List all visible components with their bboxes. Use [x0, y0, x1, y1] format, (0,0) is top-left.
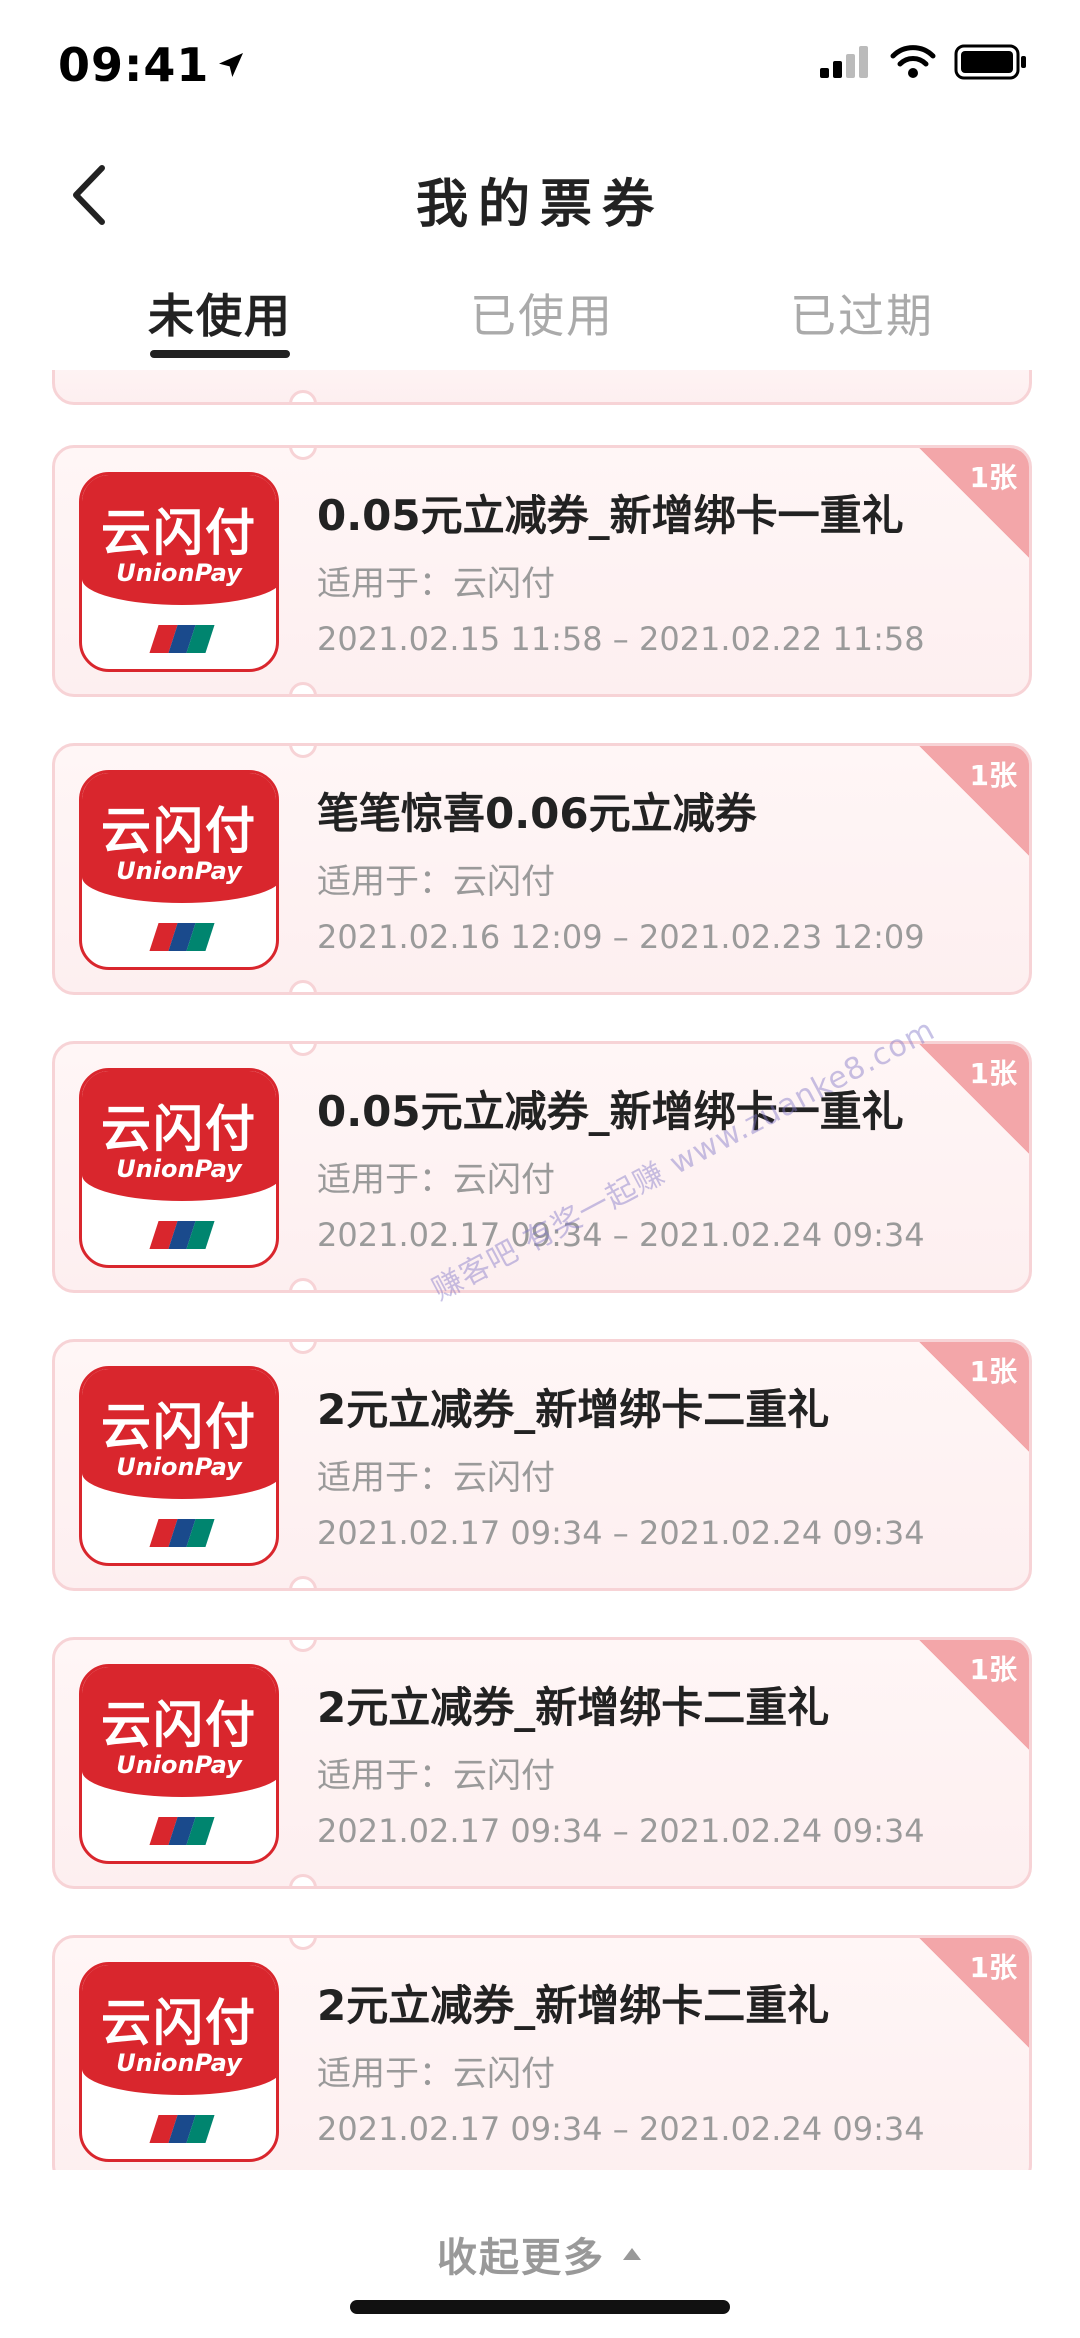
status-time: 09:41 [58, 38, 247, 92]
unionpay-logo: 云闪付 UnionPay [79, 1366, 279, 1566]
coupon-validity-dates: 2021.02.15 11:58 – 2021.02.22 11:58 [317, 620, 925, 658]
battery-icon [954, 44, 1026, 80]
unionpay-flag-icon [149, 1817, 215, 1845]
card-notch [289, 1640, 317, 1652]
coupon-applies-to: 适用于：云闪付 [317, 1756, 555, 1796]
card-notch [289, 1342, 317, 1354]
tab-used[interactable]: 已使用 [432, 280, 652, 346]
card-notch [289, 1278, 317, 1290]
page-title: 我的票券 [415, 175, 664, 235]
collapse-more-label: 收起更多 [437, 2235, 605, 2281]
quantity-badge-label: 1张 [969, 1951, 1017, 1984]
logo-en-text: UnionPay [116, 2049, 242, 2077]
coupon-card-partial [52, 370, 1032, 405]
card-notch [289, 448, 317, 460]
status-time-label: 09:41 [58, 38, 210, 92]
logo-cn-text: 云闪付 [101, 1695, 257, 1754]
status-bar: 09:41 [0, 0, 1080, 130]
cellular-signal-icon [820, 46, 868, 78]
unionpay-flag-icon [149, 1221, 215, 1249]
quantity-badge: 1张 [919, 448, 1029, 558]
quantity-badge: 1张 [919, 1938, 1029, 2048]
coupon-applies-to: 适用于：云闪付 [317, 2054, 555, 2094]
active-tab-indicator [150, 350, 290, 358]
card-notch [289, 390, 317, 402]
unionpay-logo: 云闪付 UnionPay [79, 1962, 279, 2162]
quantity-badge-label: 1张 [969, 1355, 1017, 1388]
quantity-badge-label: 1张 [969, 1653, 1017, 1686]
logo-en-text: UnionPay [116, 857, 242, 885]
quantity-badge: 1张 [919, 746, 1029, 856]
logo-en-text: UnionPay [116, 1453, 242, 1481]
quantity-badge: 1张 [919, 1044, 1029, 1154]
logo-en-text: UnionPay [116, 559, 242, 587]
unionpay-flag-icon [149, 625, 215, 653]
card-notch [289, 682, 317, 694]
status-icons [820, 44, 1028, 80]
coupon-validity-dates: 2021.02.16 12:09 – 2021.02.23 12:09 [317, 918, 925, 956]
card-notch [289, 1938, 317, 1950]
collapse-more-button[interactable]: 收起更多 [0, 2225, 1080, 2283]
logo-en-text: UnionPay [116, 1751, 242, 1779]
unionpay-flag-icon [149, 1519, 215, 1547]
card-notch [289, 1044, 317, 1056]
card-notch [289, 980, 317, 992]
coupon-title: 2元立减券_新增绑卡二重礼 [317, 1385, 830, 1434]
coupon-card[interactable]: 云闪付 UnionPay 0.05元立减券_新增绑卡一重礼 适用于：云闪付 20… [52, 445, 1032, 697]
coupon-list[interactable]: 云闪付 UnionPay 0.05元立减券_新增绑卡一重礼 适用于：云闪付 20… [0, 370, 1080, 2170]
coupon-validity-dates: 2021.02.17 09:34 – 2021.02.24 09:34 [317, 2110, 925, 2148]
nav-header: 我的票券 [0, 140, 1080, 250]
tab-expired[interactable]: 已过期 [752, 280, 972, 346]
coupon-card[interactable]: 云闪付 UnionPay 笔笔惊喜0.06元立减券 适用于：云闪付 2021.0… [52, 743, 1032, 995]
card-notch [289, 1576, 317, 1588]
quantity-badge-label: 1张 [969, 759, 1017, 792]
coupon-title: 0.05元立减券_新增绑卡一重礼 [317, 491, 904, 540]
coupon-tabs: 未使用 已使用 已过期 [0, 270, 1080, 370]
location-arrow-icon [219, 53, 244, 77]
coupon-card[interactable]: 云闪付 UnionPay 2元立减券_新增绑卡二重礼 适用于：云闪付 2021.… [52, 1637, 1032, 1889]
quantity-badge: 1张 [919, 1640, 1029, 1750]
coupon-page: 09:41 我的票券 未使用 已使用 已过期 云闪付 UnionPay 0.05… [0, 0, 1080, 2338]
unionpay-logo: 云闪付 UnionPay [79, 1664, 279, 1864]
logo-cn-text: 云闪付 [101, 1397, 257, 1456]
coupon-title: 2元立减券_新增绑卡二重礼 [317, 1981, 830, 2030]
logo-en-text: UnionPay [116, 1155, 242, 1183]
coupon-applies-to: 适用于：云闪付 [317, 1160, 555, 1200]
logo-cn-text: 云闪付 [101, 1993, 257, 2052]
unionpay-flag-icon [149, 2115, 215, 2143]
coupon-validity-dates: 2021.02.17 09:34 – 2021.02.24 09:34 [317, 1514, 925, 1552]
unionpay-logo: 云闪付 UnionPay [79, 770, 279, 970]
logo-cn-text: 云闪付 [101, 801, 257, 860]
caret-up-icon [623, 2248, 641, 2260]
coupon-title: 2元立减券_新增绑卡二重礼 [317, 1683, 830, 1732]
unionpay-logo: 云闪付 UnionPay [79, 472, 279, 672]
coupon-card[interactable]: 云闪付 UnionPay 2元立减券_新增绑卡二重礼 适用于：云闪付 2021.… [52, 1339, 1032, 1591]
coupon-applies-to: 适用于：云闪付 [317, 862, 555, 902]
logo-cn-text: 云闪付 [101, 1099, 257, 1158]
coupon-applies-to: 适用于：云闪付 [317, 564, 555, 604]
coupon-card[interactable]: 云闪付 UnionPay 2元立减券_新增绑卡二重礼 适用于：云闪付 2021.… [52, 1935, 1032, 2170]
card-notch [289, 746, 317, 758]
home-indicator [350, 2300, 730, 2314]
coupon-applies-to: 适用于：云闪付 [317, 1458, 555, 1498]
unionpay-flag-icon [149, 923, 215, 951]
coupon-validity-dates: 2021.02.17 09:34 – 2021.02.24 09:34 [317, 1216, 925, 1254]
wifi-icon [890, 45, 936, 78]
logo-cn-text: 云闪付 [101, 503, 257, 562]
tab-unused[interactable]: 未使用 [110, 280, 330, 346]
coupon-validity-dates: 2021.02.17 09:34 – 2021.02.24 09:34 [317, 1812, 925, 1850]
quantity-badge-label: 1张 [969, 1057, 1017, 1090]
quantity-badge: 1张 [919, 1342, 1029, 1452]
quantity-badge-label: 1张 [969, 461, 1017, 494]
card-notch [289, 1874, 317, 1886]
unionpay-logo: 云闪付 UnionPay [79, 1068, 279, 1268]
coupon-title: 笔笔惊喜0.06元立减券 [317, 789, 757, 838]
